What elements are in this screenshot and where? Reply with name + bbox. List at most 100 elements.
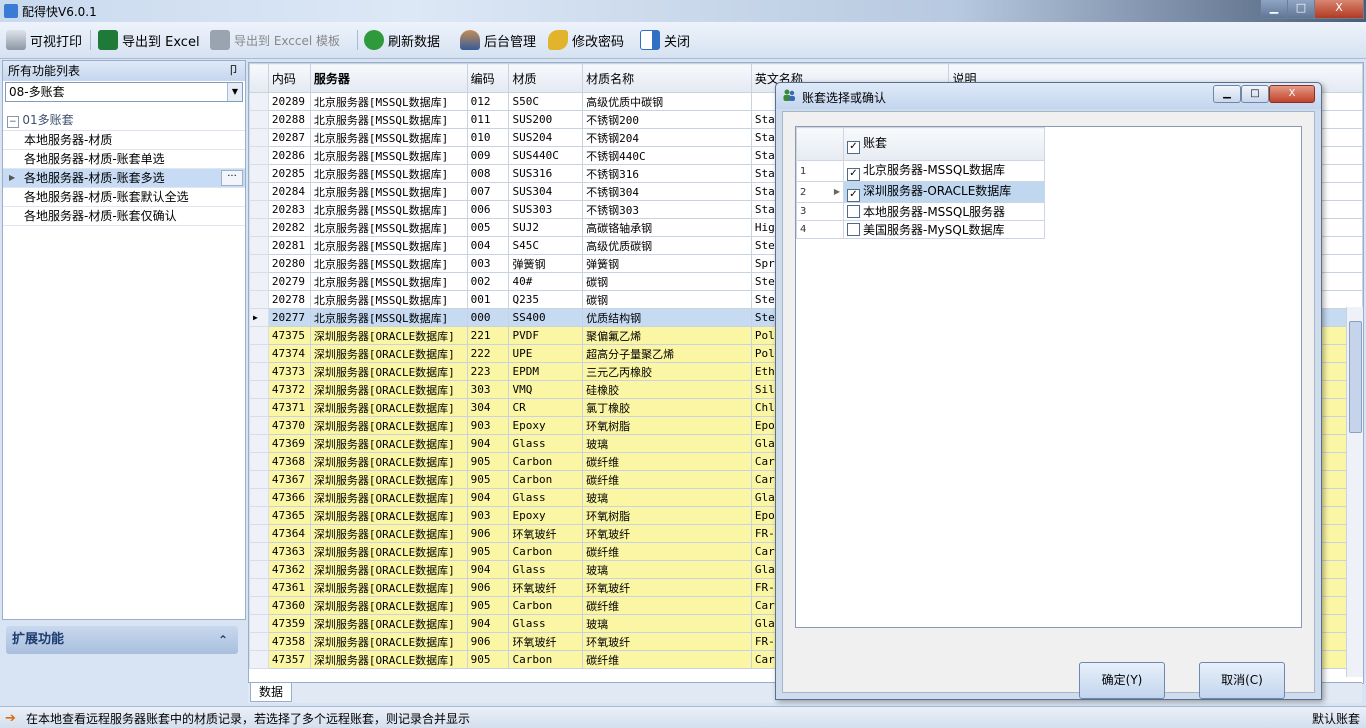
table-cell[interactable]: 北京服务器[MSSQL数据库] xyxy=(309,236,468,255)
table-cell[interactable]: 超高分子量聚乙烯 xyxy=(582,344,752,363)
close-window-button[interactable]: X xyxy=(1314,0,1364,19)
table-cell[interactable]: 47368 xyxy=(267,452,311,471)
table-cell[interactable]: 北京服务器[MSSQL数据库] xyxy=(309,218,468,237)
table-cell[interactable]: S45C xyxy=(508,236,584,255)
table-cell[interactable]: 深圳服务器[ORACLE数据库] xyxy=(309,380,468,399)
cancel-button[interactable]: 取消(C) xyxy=(1199,662,1285,699)
row-indicator[interactable] xyxy=(249,452,269,471)
table-cell[interactable]: 47369 xyxy=(267,434,311,453)
table-cell[interactable]: 304 xyxy=(466,398,510,417)
row-indicator[interactable] xyxy=(249,164,269,183)
table-cell[interactable]: 47373 xyxy=(267,362,311,381)
table-cell[interactable]: 904 xyxy=(466,434,510,453)
table-cell[interactable]: 环氧玻纤 xyxy=(582,578,752,597)
table-cell[interactable]: 47360 xyxy=(267,596,311,615)
table-cell[interactable]: 玻璃 xyxy=(582,488,752,507)
table-cell[interactable]: 硅橡胶 xyxy=(582,380,752,399)
row-indicator[interactable]: ▶ xyxy=(249,308,269,327)
table-cell[interactable]: 20279 xyxy=(267,272,311,291)
table-cell[interactable]: Carbon xyxy=(508,542,584,561)
table-cell[interactable]: 北京服务器[MSSQL数据库] xyxy=(309,290,468,309)
account-checkbox[interactable] xyxy=(847,223,860,236)
export-excel-button[interactable]: 导出到 Excel xyxy=(98,28,200,52)
table-cell[interactable]: 深圳服务器[ORACLE数据库] xyxy=(309,434,468,453)
dialog-minimize-button[interactable]: ▁ xyxy=(1213,85,1241,103)
table-cell[interactable]: 碳纤维 xyxy=(582,452,752,471)
row-indicator[interactable] xyxy=(249,470,269,489)
table-cell[interactable]: 碳钢 xyxy=(582,290,752,309)
dialog-maximize-button[interactable]: □ xyxy=(1241,85,1269,103)
table-cell[interactable]: Carbon xyxy=(508,650,584,669)
table-cell[interactable]: 深圳服务器[ORACLE数据库] xyxy=(309,614,468,633)
table-cell[interactable]: 高级优质中碳钢 xyxy=(582,92,752,111)
account-cell[interactable]: 美国服务器-MySQL数据库 xyxy=(843,220,1045,239)
collapse-icon[interactable]: − xyxy=(7,116,19,128)
row-indicator[interactable] xyxy=(249,146,269,165)
table-cell[interactable]: 006 xyxy=(466,200,510,219)
table-cell[interactable]: 不锈钢303 xyxy=(582,200,752,219)
table-cell[interactable]: 不锈钢200 xyxy=(582,110,752,129)
table-cell[interactable]: 环氧树脂 xyxy=(582,416,752,435)
table-cell[interactable]: 20282 xyxy=(267,218,311,237)
column-header[interactable]: 材质名称 xyxy=(582,63,752,93)
table-cell[interactable]: 不锈钢304 xyxy=(582,182,752,201)
table-cell[interactable]: Glass xyxy=(508,488,584,507)
table-cell[interactable]: EPDM xyxy=(508,362,584,381)
row-indicator[interactable] xyxy=(249,236,269,255)
table-cell[interactable]: 904 xyxy=(466,614,510,633)
table-cell[interactable]: 004 xyxy=(466,236,510,255)
minimize-button[interactable]: ▁ xyxy=(1260,0,1288,19)
table-cell[interactable]: 905 xyxy=(466,470,510,489)
table-cell[interactable]: 904 xyxy=(466,560,510,579)
table-cell[interactable]: 40# xyxy=(508,272,584,291)
table-cell[interactable]: SUS204 xyxy=(508,128,584,147)
table-cell[interactable]: 20277 xyxy=(267,308,311,327)
table-cell[interactable]: SUS303 xyxy=(508,200,584,219)
table-cell[interactable]: 深圳服务器[ORACLE数据库] xyxy=(309,326,468,345)
table-cell[interactable]: 北京服务器[MSSQL数据库] xyxy=(309,254,468,273)
table-cell[interactable]: 碳纤维 xyxy=(582,650,752,669)
table-cell[interactable]: 47371 xyxy=(267,398,311,417)
row-indicator[interactable] xyxy=(249,434,269,453)
tree-item[interactable]: 各地服务器-材质-账套默认全选 xyxy=(3,188,245,207)
ok-button[interactable]: 确定(Y) xyxy=(1079,662,1165,699)
table-cell[interactable]: 碳钢 xyxy=(582,272,752,291)
table-cell[interactable]: 氯丁橡胶 xyxy=(582,398,752,417)
row-indicator[interactable] xyxy=(249,506,269,525)
table-cell[interactable]: Carbon xyxy=(508,596,584,615)
close-button[interactable]: 关闭 xyxy=(640,28,690,52)
table-cell[interactable]: 20278 xyxy=(267,290,311,309)
row-indicator[interactable] xyxy=(249,254,269,273)
select-all-checkbox[interactable]: ✓ xyxy=(847,141,860,154)
table-cell[interactable]: SS400 xyxy=(508,308,584,327)
table-cell[interactable]: S50C xyxy=(508,92,584,111)
table-cell[interactable]: 002 xyxy=(466,272,510,291)
print-button[interactable]: 可视打印 xyxy=(6,28,82,52)
table-cell[interactable]: 47374 xyxy=(267,344,311,363)
table-cell[interactable]: 深圳服务器[ORACLE数据库] xyxy=(309,542,468,561)
table-cell[interactable]: 环氧玻纤 xyxy=(582,524,752,543)
table-cell[interactable]: 深圳服务器[ORACLE数据库] xyxy=(309,416,468,435)
tab-data[interactable]: 数据 xyxy=(250,683,293,702)
export-template-button[interactable]: 导出到 Exccel 模板 xyxy=(210,28,340,52)
table-cell[interactable]: 009 xyxy=(466,146,510,165)
table-cell[interactable]: 三元乙丙橡胶 xyxy=(582,362,752,381)
row-indicator[interactable] xyxy=(249,344,269,363)
table-cell[interactable]: 玻璃 xyxy=(582,614,752,633)
table-cell[interactable]: 20287 xyxy=(267,128,311,147)
table-cell[interactable]: 903 xyxy=(466,416,510,435)
table-cell[interactable]: 深圳服务器[ORACLE数据库] xyxy=(309,362,468,381)
table-cell[interactable]: 000 xyxy=(466,308,510,327)
table-cell[interactable]: 905 xyxy=(466,452,510,471)
extension-panel-header[interactable]: 扩展功能 ⌃ xyxy=(6,626,238,654)
table-cell[interactable]: 碳纤维 xyxy=(582,596,752,615)
row-indicator[interactable] xyxy=(249,218,269,237)
table-cell[interactable]: 222 xyxy=(466,344,510,363)
table-cell[interactable]: 弹簧钢 xyxy=(508,254,584,273)
table-cell[interactable]: Q235 xyxy=(508,290,584,309)
table-cell[interactable]: 47362 xyxy=(267,560,311,579)
table-cell[interactable]: 深圳服务器[ORACLE数据库] xyxy=(309,470,468,489)
tree-item[interactable]: 各地服务器-材质-账套单选 xyxy=(3,150,245,169)
table-cell[interactable]: 北京服务器[MSSQL数据库] xyxy=(309,164,468,183)
row-indicator[interactable] xyxy=(249,110,269,129)
